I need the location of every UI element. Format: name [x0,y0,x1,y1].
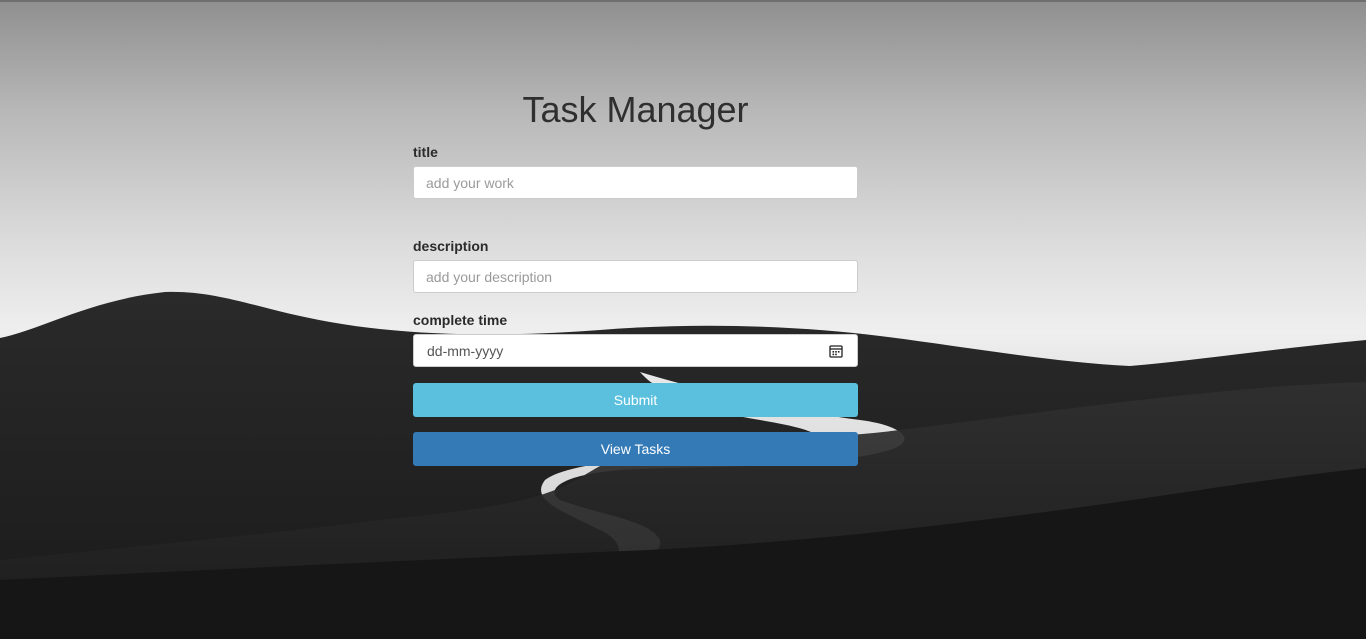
page-background: Task Manager title description complete … [0,0,1366,639]
title-label: title [413,144,438,160]
date-placeholder: dd-mm-yyyy [427,343,504,359]
calendar-icon[interactable] [829,344,843,358]
title-input[interactable] [413,166,858,199]
description-label: description [413,238,489,254]
complete-time-label: complete time [413,312,508,328]
view-tasks-button[interactable]: View Tasks [413,432,858,466]
page-title: Task Manager [522,89,749,130]
description-input[interactable] [413,260,858,293]
submit-button[interactable]: Submit [413,383,858,417]
complete-time-input[interactable]: dd-mm-yyyy [413,334,858,367]
